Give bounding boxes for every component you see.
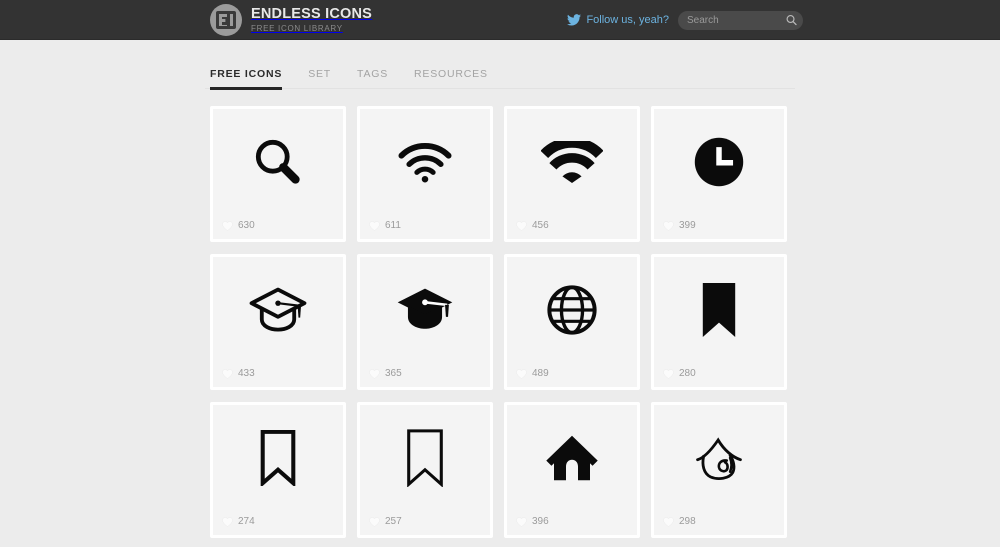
heart-icon[interactable] <box>516 221 527 231</box>
icon-like-meta: 396 <box>516 517 549 527</box>
icon-card[interactable]: 456 <box>504 106 640 242</box>
icon-like-meta: 257 <box>369 517 402 527</box>
twitter-bird-icon <box>567 14 582 26</box>
icon-like-meta: 630 <box>222 221 255 231</box>
endless-icons-logo-icon <box>210 4 242 36</box>
heart-icon[interactable] <box>516 517 527 527</box>
search-submit-button[interactable] <box>786 15 797 26</box>
icon-like-count: 274 <box>238 516 255 527</box>
tab-resources[interactable]: RESOURCES <box>414 68 488 90</box>
tab-free-icons[interactable]: FREE ICONS <box>210 68 283 90</box>
brand-title: ENDLESS ICONS <box>251 6 373 23</box>
nav-wrap: FREE ICONS SET TAGS RESOURCES <box>205 40 795 90</box>
heart-icon[interactable] <box>516 369 527 379</box>
heart-icon[interactable] <box>222 517 233 527</box>
icon-card[interactable]: 399 <box>651 106 787 242</box>
icon-card[interactable]: 433 <box>210 254 346 390</box>
icon-like-meta: 489 <box>516 369 549 379</box>
icon-like-meta: 399 <box>663 221 696 231</box>
wifi-signal-bold-icon <box>507 109 637 215</box>
icon-like-meta: 611 <box>369 221 401 231</box>
icon-like-count: 257 <box>385 516 402 527</box>
logo-glyph <box>216 11 236 29</box>
header-inner: ENDLESS ICONS FREE ICON LIBRARY Follow u… <box>205 0 803 40</box>
twitter-follow-label: Follow us, yeah? <box>586 14 669 26</box>
search-box[interactable] <box>678 10 803 30</box>
icon-card[interactable]: 298 <box>651 402 787 538</box>
search-input[interactable] <box>678 10 803 30</box>
bookmark-outline-icon <box>213 405 343 511</box>
icon-like-count: 365 <box>385 368 402 379</box>
icon-like-meta: 433 <box>222 369 255 379</box>
icon-card[interactable]: 489 <box>504 254 640 390</box>
heart-icon[interactable] <box>369 517 380 527</box>
icon-like-count: 489 <box>532 368 549 379</box>
icon-card[interactable]: 365 <box>357 254 493 390</box>
tab-tags[interactable]: TAGS <box>357 68 388 90</box>
graduation-cap-outline-icon <box>213 257 343 363</box>
icon-grid: 630 611 456 399 433 365 489 280 274 257 396 298 <box>205 89 795 538</box>
wifi-signal-thin-icon <box>360 109 490 215</box>
icon-like-count: 630 <box>238 220 255 231</box>
icon-like-meta: 365 <box>369 369 402 379</box>
globe-outline-icon <box>507 257 637 363</box>
site-header: ENDLESS ICONS FREE ICON LIBRARY Follow u… <box>0 0 1000 40</box>
heart-icon[interactable] <box>369 369 380 379</box>
heart-icon[interactable] <box>663 517 674 527</box>
heart-icon[interactable] <box>369 221 380 231</box>
twitter-follow-link[interactable]: Follow us, yeah? <box>567 14 669 26</box>
icon-like-count: 298 <box>679 516 696 527</box>
heart-icon[interactable] <box>663 221 674 231</box>
heart-icon[interactable] <box>222 221 233 231</box>
home-sketch-icon <box>654 405 784 511</box>
icon-like-meta: 456 <box>516 221 549 231</box>
icon-card[interactable]: 280 <box>651 254 787 390</box>
icon-like-meta: 274 <box>222 517 255 527</box>
graduation-cap-filled-icon <box>360 257 490 363</box>
home-filled-icon <box>507 405 637 511</box>
icon-card[interactable]: 274 <box>210 402 346 538</box>
brand-text: ENDLESS ICONS FREE ICON LIBRARY <box>251 7 372 33</box>
icon-like-count: 611 <box>385 220 401 231</box>
icon-card[interactable]: 630 <box>210 106 346 242</box>
icon-card[interactable]: 611 <box>357 106 493 242</box>
icon-like-count: 456 <box>532 220 549 231</box>
bookmark-outline-thin-icon <box>360 405 490 511</box>
clock-filled-icon <box>654 109 784 215</box>
icon-like-meta: 280 <box>663 369 696 379</box>
main-nav: FREE ICONS SET TAGS RESOURCES <box>205 62 795 90</box>
icon-like-meta: 298 <box>663 517 696 527</box>
icon-card[interactable]: 396 <box>504 402 640 538</box>
heart-icon[interactable] <box>222 369 233 379</box>
icon-card[interactable]: 257 <box>357 402 493 538</box>
header-right: Follow us, yeah? <box>567 0 803 40</box>
brand-subtitle: FREE ICON LIBRARY <box>251 23 343 33</box>
bookmark-filled-icon <box>654 257 784 363</box>
icon-like-count: 396 <box>532 516 549 527</box>
magnifier-search-icon <box>213 109 343 215</box>
tab-set[interactable]: SET <box>308 68 331 90</box>
search-icon <box>786 15 797 26</box>
icon-like-count: 280 <box>679 368 696 379</box>
heart-icon[interactable] <box>663 369 674 379</box>
icon-like-count: 433 <box>238 368 255 379</box>
brand-home-link[interactable]: ENDLESS ICONS FREE ICON LIBRARY <box>210 2 372 38</box>
icon-like-count: 399 <box>679 220 696 231</box>
